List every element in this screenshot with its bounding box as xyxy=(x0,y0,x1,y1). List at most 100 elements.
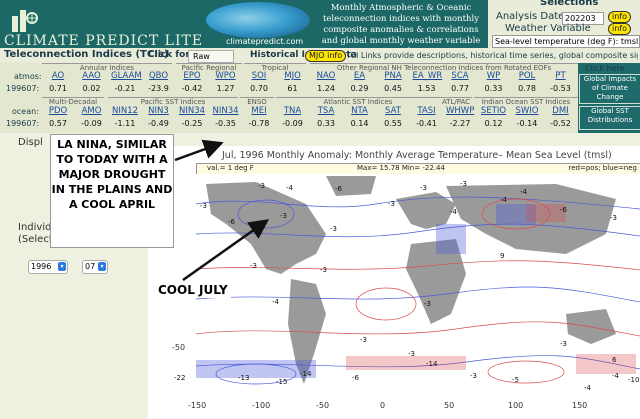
ocean-index-value-10: 0.55 xyxy=(384,119,402,128)
weather-variable-select[interactable]: Sea-level temperature (deg F): tmsl xyxy=(492,35,640,48)
atmos-index-link-8[interactable]: NAO xyxy=(312,71,340,81)
atmos-index-link-15[interactable]: PT xyxy=(547,71,575,81)
ocean-index-link-11[interactable]: TASI xyxy=(413,106,441,116)
contour-label: -3 xyxy=(420,184,427,192)
atmos-index-link-4[interactable]: EPO xyxy=(178,71,206,81)
atmos-index-link-1[interactable]: AAO xyxy=(78,71,106,81)
ocean-index-link-9[interactable]: NTA xyxy=(346,106,374,116)
group-pacific-sst: Pacific SST Indices xyxy=(108,97,238,106)
weather-variable-label: Weather Variable xyxy=(505,23,591,34)
atmos-index-link-5[interactable]: WPO xyxy=(212,71,240,81)
ocean-index-link-0[interactable]: PDO xyxy=(44,106,72,116)
atmos-index-link-13[interactable]: WP xyxy=(480,71,508,81)
contour-label: -3 xyxy=(280,212,287,220)
contour-label: -3 xyxy=(460,180,467,188)
contour-label: -5 xyxy=(512,376,519,384)
atmos-index-link-11[interactable]: EA_WR xyxy=(413,71,443,81)
annotation-la-nina: LA NINA, SIMILAR TO TODAY WITH A MAJOR D… xyxy=(50,134,174,248)
raw-button[interactable]: Raw xyxy=(188,50,234,63)
arrow-la-nina xyxy=(174,139,224,162)
atmos-index-value-12: 0.77 xyxy=(451,84,469,93)
atmos-index-link-2[interactable]: GLAAM xyxy=(111,71,142,81)
ocean-row-label: ocean: xyxy=(12,107,39,116)
contour-label: -15 xyxy=(276,378,288,386)
atmos-index-link-0[interactable]: AO xyxy=(44,71,72,81)
group-indian-ocean: Indian Ocean SST Indices xyxy=(474,97,578,106)
atmos-index-link-10[interactable]: PNA xyxy=(379,71,407,81)
atmos-date: 199607: xyxy=(6,84,40,93)
weather-variable-info-button[interactable]: info xyxy=(608,23,632,35)
globe-map-image xyxy=(206,2,310,38)
site-url[interactable]: climatepredict.com xyxy=(226,37,303,46)
atmos-index-link-6[interactable]: SOI xyxy=(245,71,273,81)
mjo-info-button[interactable]: MJO info xyxy=(305,50,347,62)
atmos-index-value-3: -23.9 xyxy=(148,84,169,93)
group-atlantic-sst: Atlantic SST Indices xyxy=(276,97,440,106)
analysis-date-info-button[interactable]: info xyxy=(608,11,632,23)
chevron-down-icon: ▾ xyxy=(98,262,106,271)
atmos-index-value-13: 0.33 xyxy=(484,84,503,93)
ocean-index-value-4: -0.25 xyxy=(181,119,203,128)
contour-label: -14 xyxy=(300,370,312,378)
ocean-index-link-15[interactable]: DMI xyxy=(547,106,575,116)
ocean-index-value-5: -0.35 xyxy=(215,119,236,128)
x-axis-tick-label: 50 xyxy=(444,401,455,410)
atmos-index-link-3[interactable]: QBO xyxy=(145,71,173,81)
year-select[interactable]: 1996 ▾ xyxy=(28,260,68,274)
ocean-index-link-8[interactable]: TSA xyxy=(312,106,340,116)
ocean-index-value-8: 0.33 xyxy=(317,119,335,128)
ocean-index-value-2: -1.11 xyxy=(114,119,136,128)
month-select[interactable]: 07 ▾ xyxy=(82,260,108,274)
globe-logo-icon xyxy=(12,10,38,32)
contour-label: -3 xyxy=(408,350,415,358)
contour-label: -3 xyxy=(560,340,567,348)
ocean-index-value-0: 0.57 xyxy=(49,119,67,128)
atmos-index-value-1: 0.02 xyxy=(82,84,101,93)
contour-label: -4 xyxy=(286,184,293,192)
x-axis-tick-label: 0 xyxy=(380,401,386,410)
contour-label: 6 xyxy=(612,356,617,364)
ocean-index-value-13: 0.12 xyxy=(484,119,503,128)
ocean-index-link-5[interactable]: NIN34 xyxy=(212,106,240,116)
atmos-index-value-0: 0.71 xyxy=(49,84,67,93)
global-sst-button[interactable]: Global SST Distributions xyxy=(579,106,640,130)
atmos-index-value-7: 61 xyxy=(287,84,298,93)
site-logo-text[interactable]: CLIMATE PREDICT LITE xyxy=(4,33,203,49)
contour-label: -6 xyxy=(335,185,342,193)
atmos-index-value-15: -0.53 xyxy=(550,84,571,93)
ocean-index-link-14[interactable]: SWIO xyxy=(513,106,541,116)
atmos-index-value-10: 0.45 xyxy=(384,84,402,93)
contour-label: -3 xyxy=(388,200,395,208)
chevron-down-icon: ▾ xyxy=(58,262,66,271)
select-label: (Select xyxy=(18,234,53,245)
contour-label: -10 xyxy=(628,376,640,384)
ocean-index-link-7[interactable]: TNA xyxy=(279,106,307,116)
atmos-index-link-12[interactable]: SCA xyxy=(446,71,474,81)
atmos-index-link-9[interactable]: EA xyxy=(346,71,374,81)
ocean-index-link-13[interactable]: SETIO xyxy=(480,106,508,116)
ocean-index-link-2[interactable]: NIN12 xyxy=(111,106,139,116)
ocean-index-link-6[interactable]: MEI xyxy=(245,106,273,116)
contour-label: -3 xyxy=(320,266,327,274)
atmos-index-value-8: 1.24 xyxy=(317,84,335,93)
contour-label: -3 xyxy=(360,336,367,344)
individual-label: Individ xyxy=(18,222,52,233)
month-value: 07 xyxy=(85,262,96,271)
ocean-index-link-1[interactable]: AMO xyxy=(78,106,106,116)
ocean-index-link-10[interactable]: SAT xyxy=(379,106,407,116)
map-title: Jul, 1996 Monthly Anomaly: Monthly Avera… xyxy=(222,150,612,161)
analysis-date-label: Analysis Date xyxy=(496,11,565,22)
tci-section-title: Teleconnection Indices (TCIs) xyxy=(4,49,169,60)
global-impacts-button[interactable]: Global Impacts of Climate Change xyxy=(579,74,640,104)
arrow-cool-july xyxy=(182,219,270,282)
ocean-index-link-12[interactable]: WHWP xyxy=(446,106,474,116)
ocean-index-link-3[interactable]: NIN3 xyxy=(145,106,173,116)
map-legend: red=pos; blue=neg xyxy=(568,164,637,172)
x-axis-tick-label: -100 xyxy=(252,401,271,410)
atmos-index-link-14[interactable]: POL xyxy=(513,71,541,81)
atmos-index-link-7[interactable]: MJO xyxy=(279,71,307,81)
y-axis-tick-label: -50 xyxy=(172,343,186,352)
ocean-index-link-4[interactable]: NIN34 xyxy=(178,106,206,116)
annotation-arrows xyxy=(174,139,270,282)
contour-label: -4 xyxy=(500,196,507,204)
